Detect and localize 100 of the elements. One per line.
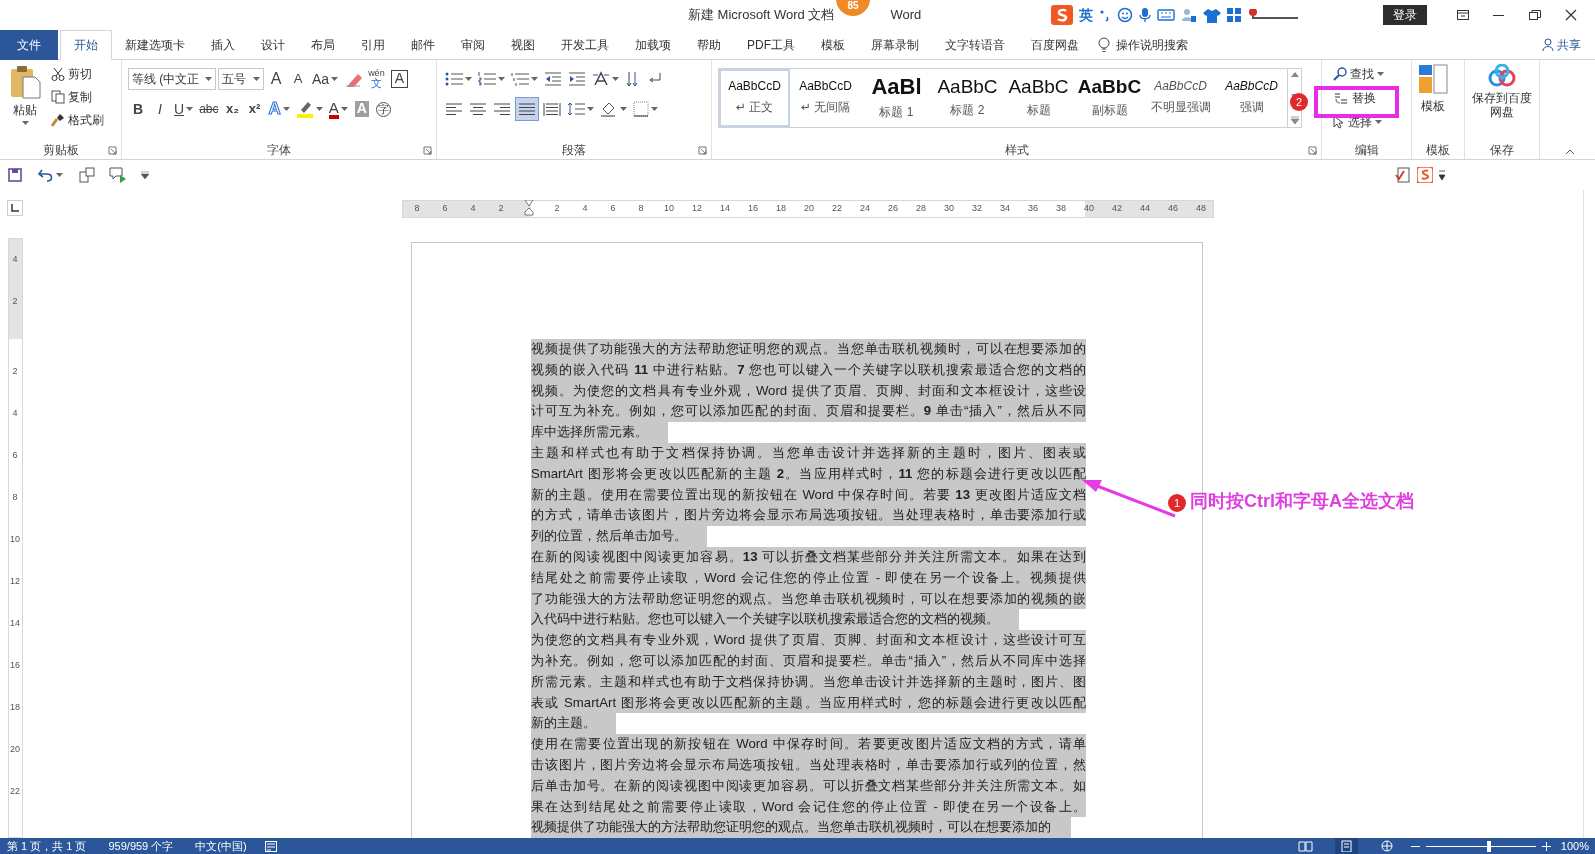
user-icon[interactable] [1181,7,1198,23]
more-icon[interactable] [1439,169,1445,181]
ribbon-tab[interactable]: PDF工具 [734,30,808,60]
document-paragraph: 使用在需要位置出现的新按钮在 Word 中保存时间。若要更改图片适应文档的方式，请单 击该图片，图片旁边将会显示布局选项按钮。当处理表格时，单击要添加行或列的位置，然 后单击加号。在新的阅读视图中阅读更加容易。可以折叠文档某些部分并关注所需文本。如 果在达到结尾处之前需要停止读取，Word 会记住您的停止位置 - 即使在另一个设备上。 视频提供了功能强大的方法帮助您证明您的观点。当您单击联机视频时，可以在想要添加的 [531,734,1086,838]
file-menu[interactable]: 文件 [0,30,58,60]
ribbon-tab[interactable]: 邮件 [398,30,448,60]
login-button[interactable]: 登录 [1383,5,1427,25]
keyboard-icon[interactable] [1157,9,1176,21]
save-to-cloud-button[interactable]: 保存到百度网盘 [1471,64,1533,141]
eraser-icon [344,71,363,87]
strikethrough-button[interactable]: abc [197,97,221,121]
align-distributed-icon [543,102,561,116]
ribbon-tab[interactable]: 审阅 [448,30,498,60]
ribbon-tab[interactable]: 布局 [298,30,348,60]
subscript-button[interactable]: x₂ [222,97,243,121]
group-label: 样式 [1004,142,1029,159]
ruler-number: 4 [581,202,589,216]
italic-button[interactable]: I [150,97,170,121]
paintbrush-icon [51,113,65,127]
scroll-up-icon[interactable] [1290,72,1299,77]
ruler-number: 44 [1139,202,1151,216]
format-painter-button[interactable]: 格式刷 [48,110,107,130]
language-indicator[interactable]: 中文(中国) [195,837,247,854]
ribbon-tab[interactable]: 新建选项卡 [112,30,198,60]
collapse-ribbon-icon[interactable] [1565,149,1575,155]
text-effect-button[interactable]: A [266,97,292,121]
zoom-slider-thumb[interactable] [1487,840,1492,852]
caret-icon [315,107,323,111]
ribbon-tab[interactable]: 视图 [498,30,548,60]
change-case-button[interactable]: Aa [310,67,341,91]
document-paragraph: 视频提供了功能强大的方法帮助您证明您的观点。当您单击联机视频时，可以在想要添加的 视频的嵌入代码 11 中进行粘贴。7 您也可以键入一个关键字以联机搜索最适合您的文档的 视频。为使您的文档具有专业外观，Word 提供了页眉、页脚、封面和文本框设计，这些设 计可互为补充。例如，您可以添加匹配的封面、页眉和提要栏。9 单击“插入”，然后从不同 库中选择所需元素。 [531,339,1086,443]
shrink-font-button[interactable]: A [288,67,308,91]
grow-font-button[interactable]: A [266,67,286,91]
ruler-number: 42 [1111,202,1123,216]
paste-button[interactable]: 粘贴 [6,64,44,141]
logo-icon[interactable] [1051,5,1074,25]
replace-button[interactable]: 替换 [1330,88,1387,108]
ruler-number: 26 [887,202,899,216]
ribbon-tab[interactable]: 加载项 [622,30,684,60]
tab-stop-selector[interactable] [7,200,23,216]
save-icon[interactable] [8,168,22,182]
caret-icon [465,77,472,81]
ribbon-tab[interactable]: 引用 [348,30,398,60]
ribbon-tab[interactable]: 插入 [198,30,248,60]
restore-icon[interactable] [1529,10,1541,20]
style-option[interactable]: AaBbCcD ↵ 正文 [719,69,790,127]
indent-marker-icon[interactable] [524,200,534,218]
tab-stop-icon [11,204,19,212]
comment-play-icon[interactable] [109,167,127,183]
search-field[interactable]: 操作说明搜索 [1116,35,1188,54]
font-color-button[interactable]: A [326,97,350,121]
bullet-list-icon [445,72,463,86]
superscript-button[interactable]: x² [244,97,265,121]
dialog-launcher-icon[interactable] [423,146,432,155]
character-border-button[interactable]: A [388,67,410,91]
close-icon[interactable] [1565,9,1577,21]
copy-button[interactable]: 复制 [48,87,107,107]
font-size-field[interactable]: 五号 [218,68,264,90]
dialog-launcher-icon[interactable] [698,146,707,155]
undo-icon [38,168,54,182]
document-check-icon[interactable] [1395,167,1411,183]
logo-icon[interactable] [1417,167,1433,183]
find-button[interactable]: 查找 [1330,64,1387,84]
zoom-in-icon[interactable] [1541,841,1551,851]
dialog-launcher-icon[interactable] [108,146,117,155]
line-spacing-icon [567,102,585,116]
ribbon-tab[interactable]: 百度网盘 [1018,30,1092,60]
ribbon-tab[interactable]: 设计 [248,30,298,60]
ruler-number: 22 [10,785,20,799]
ribbon-tab[interactable]: 开始 [60,30,112,60]
grid-icon[interactable] [1227,7,1243,23]
documents-icon[interactable] [79,167,95,183]
print-view-button[interactable] [1334,838,1358,854]
ruler-number: 48 [1195,202,1207,216]
font-name-field[interactable]: 等线 (中文正 [128,68,216,90]
ribbon-tab[interactable]: 屏幕录制 [858,30,932,60]
zoom-level[interactable]: 100% [1560,837,1589,854]
bold-button[interactable]: B [128,97,148,121]
cut-button[interactable]: 剪切 [48,64,107,84]
share-button[interactable]: 共享 [1536,30,1587,59]
numbered-list-icon [478,72,496,86]
notification-badge: 85 [836,0,870,16]
ribbon-tab[interactable]: 开发工具 [548,30,622,60]
shirt-icon[interactable] [1203,7,1222,23]
phonetic-guide-button[interactable]: wén 文 [366,67,387,91]
group-label: 字体 [267,142,291,159]
microphone-icon[interactable] [1139,7,1152,23]
ribbon-tab[interactable]: 文字转语音 [932,30,1018,60]
ribbon-display-icon[interactable] [1457,10,1469,20]
customize-icon[interactable] [141,171,149,179]
ribbon-tab[interactable]: 帮助 [684,30,734,60]
ribbon-tab[interactable]: 模板 [808,30,858,60]
smiley-icon[interactable] [1117,7,1134,23]
dialog-launcher-icon[interactable] [1308,146,1317,155]
ruler-number: 34 [999,202,1011,216]
underline-button[interactable]: U [172,97,196,121]
templates-button[interactable]: 模板 [1418,64,1448,141]
input-mode-toggle[interactable]: 英 [1079,4,1094,26]
align-justify-button[interactable] [515,97,539,121]
macro-record-icon[interactable] [264,840,277,852]
